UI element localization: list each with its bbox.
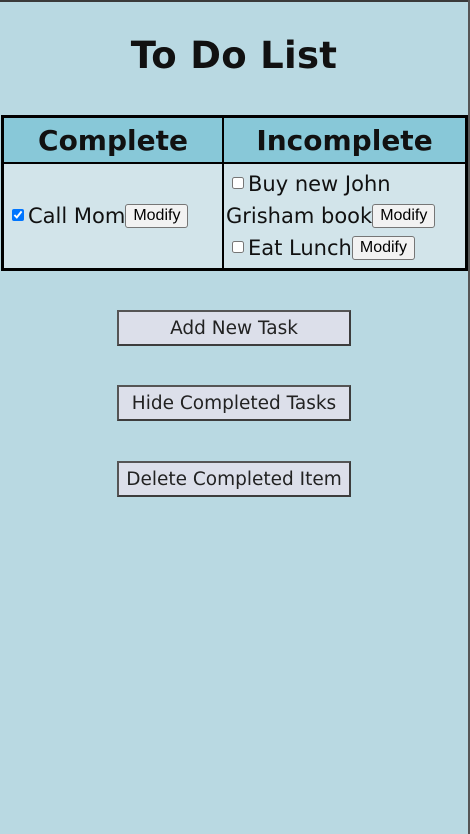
task-checkbox-eat-lunch[interactable] — [232, 241, 244, 253]
task-label-grisham-book: Buy new John Grisham book — [226, 172, 391, 228]
task-label-call-mom: Call Mom — [28, 204, 126, 228]
page-title: To Do List — [130, 34, 338, 77]
task-checkbox-grisham-book[interactable] — [232, 177, 244, 189]
incomplete-tasks-cell: Buy new John Grisham book Modify Eat Lunc… — [222, 162, 468, 271]
task-item-call-mom: Call Mom Modify — [6, 200, 220, 232]
table-row: Call Mom Modify Buy new John Grisham book… — [1, 162, 468, 271]
task-checkbox-call-mom[interactable] — [12, 209, 24, 221]
add-new-task-button[interactable]: Add New Task — [117, 310, 351, 346]
modify-button-call-mom[interactable]: Modify — [125, 204, 189, 228]
hide-completed-tasks-button[interactable]: Hide Completed Tasks — [117, 385, 351, 421]
todo-table: Complete Incomplete Call Mom Modify Buy n… — [1, 115, 468, 271]
incomplete-column-header: Incomplete — [222, 115, 468, 164]
complete-tasks-cell: Call Mom Modify — [1, 162, 224, 271]
window-top-border — [0, 0, 470, 2]
task-item-eat-lunch: Eat Lunch Modify — [226, 232, 463, 264]
modify-button-grisham-book[interactable]: Modify — [372, 204, 436, 228]
task-label-eat-lunch: Eat Lunch — [248, 236, 352, 260]
delete-completed-item-button[interactable]: Delete Completed Item — [117, 461, 351, 497]
task-item-grisham-book: Buy new John Grisham book Modify — [226, 168, 463, 232]
complete-column-header: Complete — [1, 115, 224, 164]
modify-button-eat-lunch[interactable]: Modify — [351, 236, 415, 260]
table-header-row: Complete Incomplete — [1, 115, 468, 164]
